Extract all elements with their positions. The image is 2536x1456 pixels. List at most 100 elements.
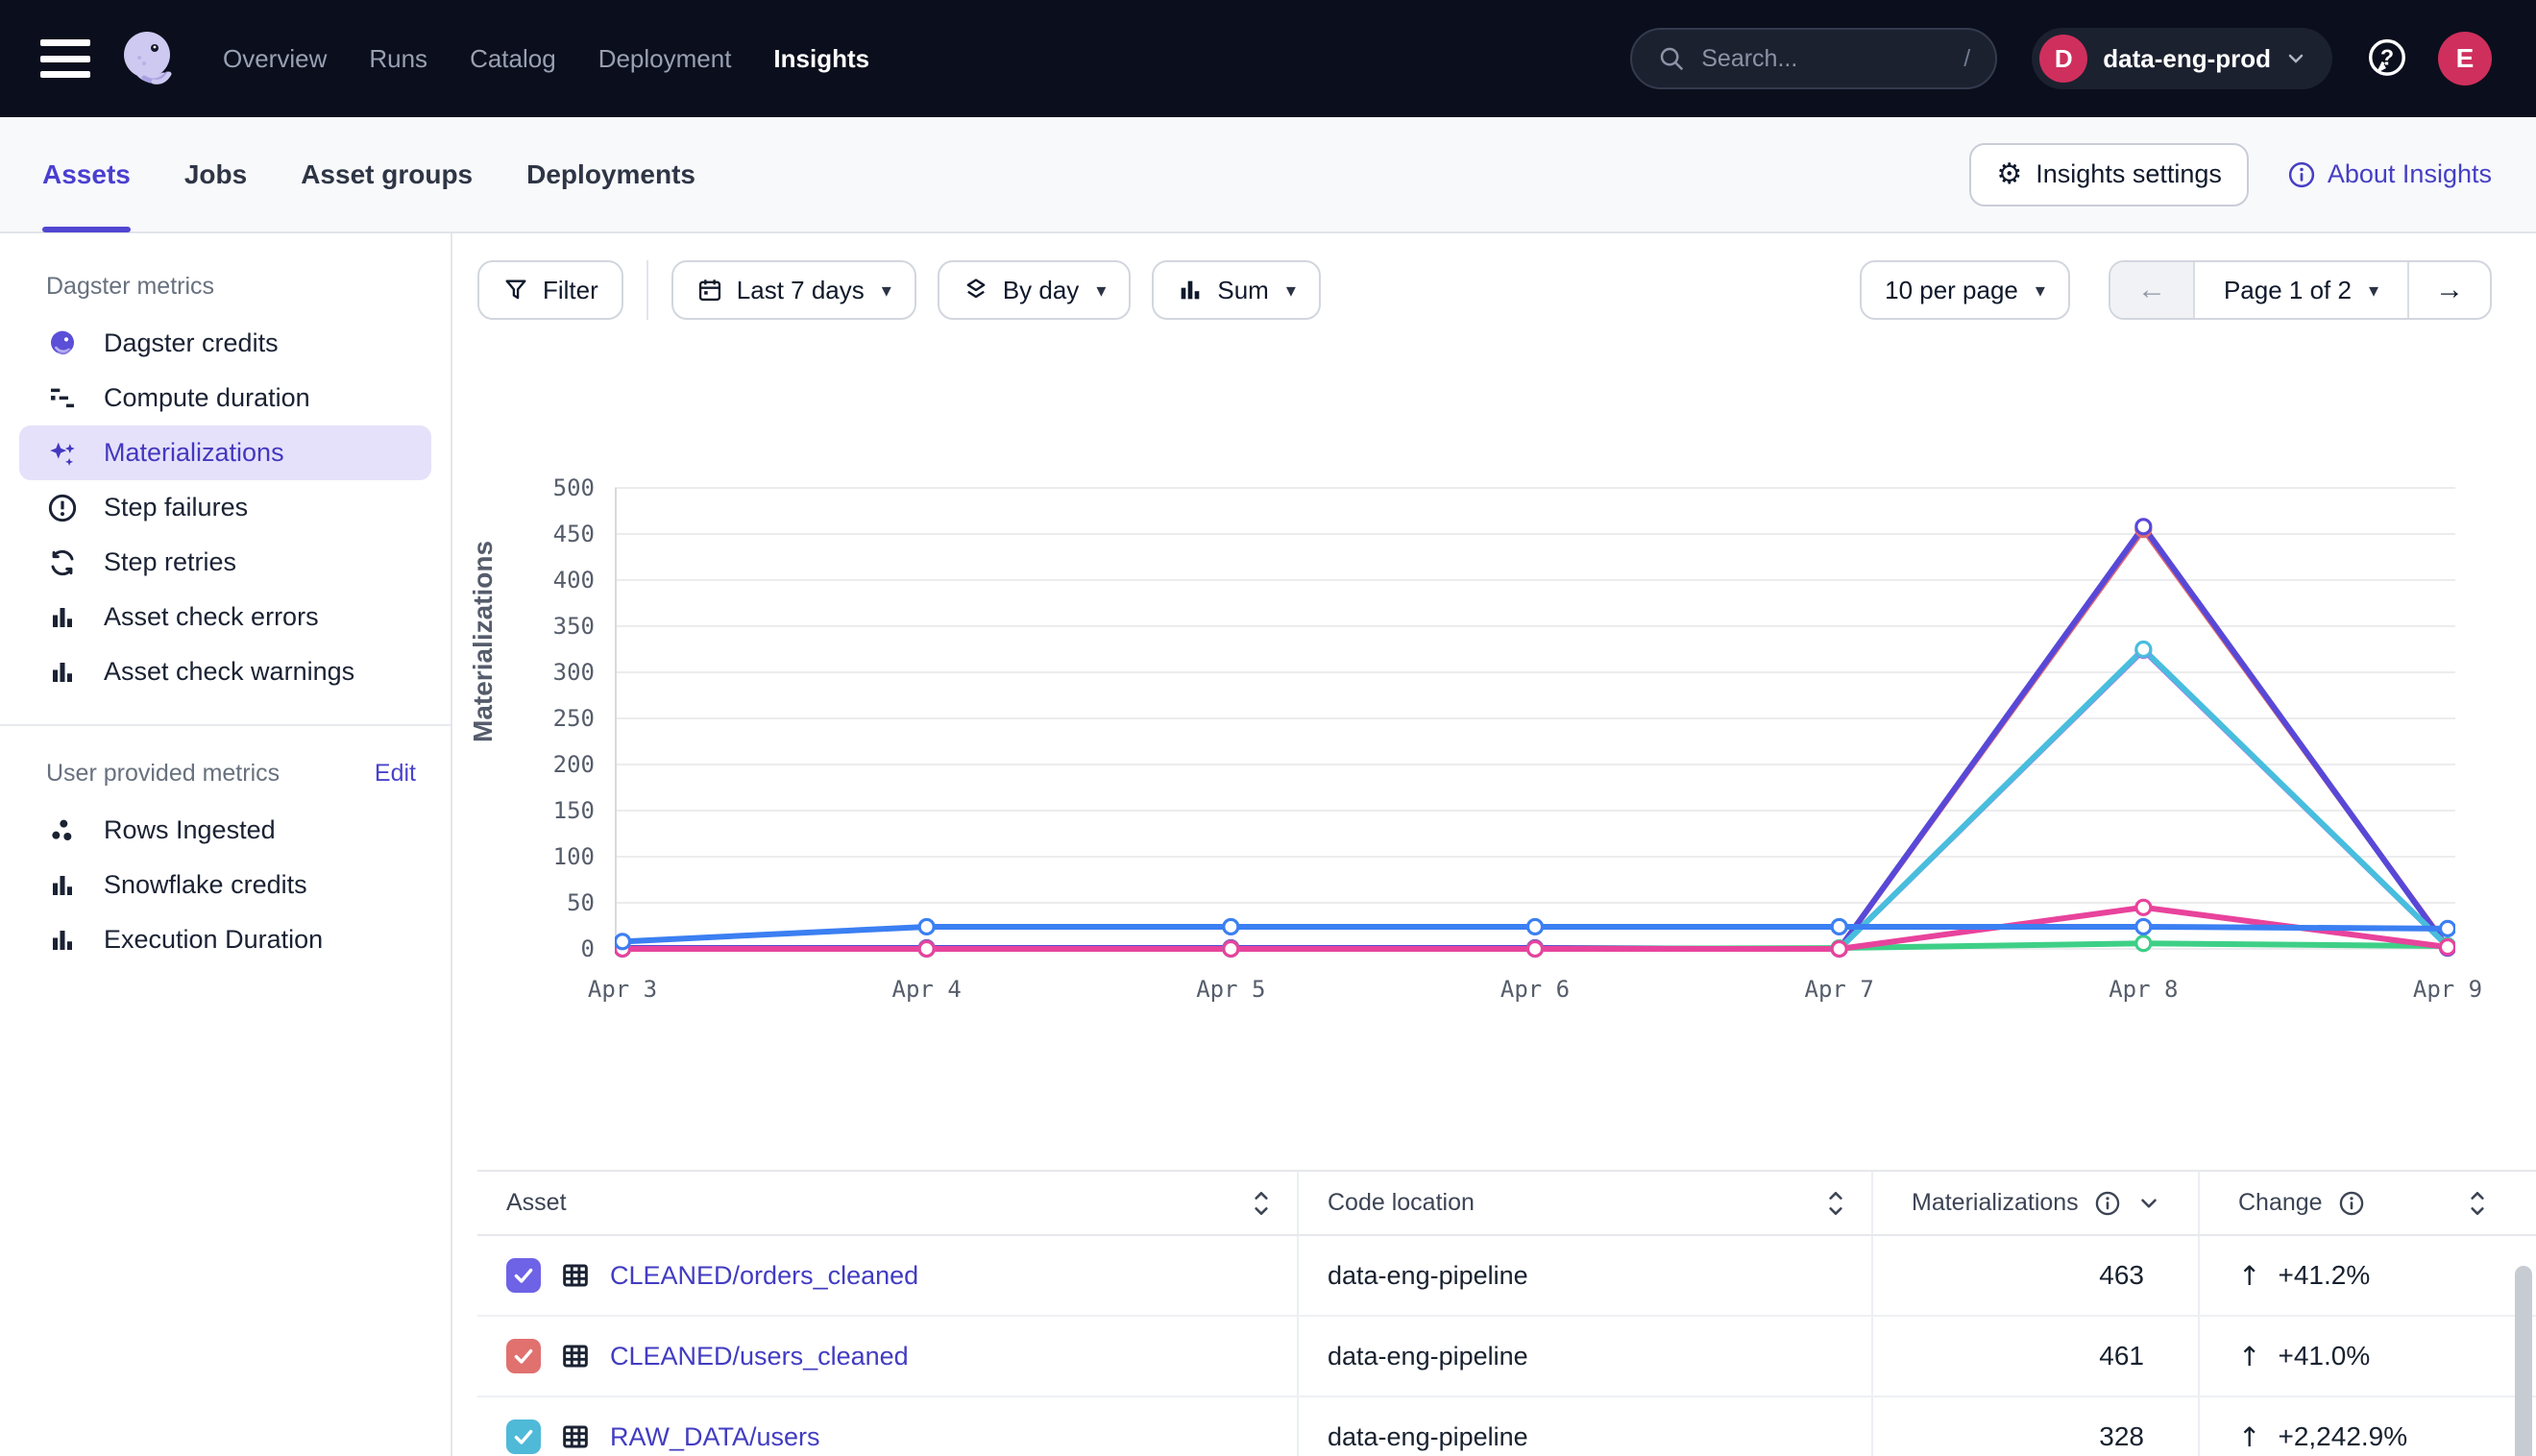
x-tick-label: Apr 3 xyxy=(588,976,657,1003)
nav-link-overview[interactable]: Overview xyxy=(223,44,327,74)
sidebar-item-label: Dagster credits xyxy=(104,328,279,358)
chart-line[interactable] xyxy=(622,650,2448,949)
column-header-asset[interactable]: Asset xyxy=(477,1172,1299,1234)
chart-line[interactable] xyxy=(622,526,2448,949)
user-metrics-heading: User provided metrics xyxy=(46,760,280,788)
page-selector[interactable]: Page 1 of 2 ▾ xyxy=(2193,262,2407,318)
toolbar-divider xyxy=(646,260,648,320)
next-page-button[interactable]: → xyxy=(2407,262,2490,318)
three-dots-icon xyxy=(46,815,79,846)
data-point-marker[interactable] xyxy=(1224,919,1238,934)
insights-main: Filter Last 7 days ▾ By day ▾ Sum xyxy=(452,233,2536,1456)
sidebar-item-execution-duration[interactable]: Execution Duration xyxy=(19,912,431,967)
user-avatar[interactable]: E xyxy=(2438,32,2492,85)
data-point-marker[interactable] xyxy=(1832,919,1846,934)
date-range-dropdown[interactable]: Last 7 days ▾ xyxy=(671,260,916,320)
search-placeholder: Search... xyxy=(1701,45,1797,73)
y-tick-label: 150 xyxy=(489,797,595,824)
aggregation-label: Sum xyxy=(1217,276,1268,305)
asset-table-icon xyxy=(560,1421,591,1452)
data-point-marker[interactable] xyxy=(2136,643,2151,657)
about-insights-link[interactable]: About Insights xyxy=(2287,159,2492,189)
sidebar-item-label: Compute duration xyxy=(104,383,310,413)
asset-link[interactable]: RAW_DATA/users xyxy=(610,1422,820,1452)
nav-link-runs[interactable]: Runs xyxy=(369,44,427,74)
menu-icon[interactable] xyxy=(40,39,90,78)
data-point-marker[interactable] xyxy=(919,942,934,957)
series-checkbox[interactable] xyxy=(506,1339,541,1373)
column-header-materializations[interactable]: Materializations xyxy=(1873,1172,2200,1234)
sidebar-item-compute-duration[interactable]: Compute duration xyxy=(19,371,431,425)
sidebar-item-asset-check-warnings[interactable]: Asset check warnings xyxy=(19,644,431,699)
chart-line[interactable] xyxy=(622,529,2448,949)
sparkles-icon xyxy=(46,437,79,470)
sidebar-item-dagster-credits[interactable]: Dagster credits xyxy=(19,316,431,371)
materializations-cell: 328 xyxy=(1873,1397,2200,1456)
y-tick-label: 250 xyxy=(489,705,595,732)
sidebar-item-snowflake-credits[interactable]: Snowflake credits xyxy=(19,858,431,912)
about-insights-label: About Insights xyxy=(2328,159,2492,189)
group-by-dropdown[interactable]: By day ▾ xyxy=(938,260,1132,320)
sort-updown-icon[interactable] xyxy=(1249,1189,1274,1218)
column-header-code-location[interactable]: Code location xyxy=(1299,1172,1873,1234)
tab-jobs[interactable]: Jobs xyxy=(184,117,247,231)
help-icon[interactable]: ? xyxy=(2365,36,2409,81)
asset-table-icon xyxy=(560,1341,591,1371)
filter-button[interactable]: Filter xyxy=(477,260,623,320)
asset-link[interactable]: CLEANED/users_cleaned xyxy=(610,1342,909,1371)
data-point-marker[interactable] xyxy=(1224,942,1238,957)
caret-down-icon: ▾ xyxy=(1286,279,1296,303)
nav-link-catalog[interactable]: Catalog xyxy=(470,44,556,74)
insights-settings-button[interactable]: ⚙ Insights settings xyxy=(1969,143,2249,206)
sort-updown-icon[interactable] xyxy=(1823,1189,1848,1218)
sort-updown-icon[interactable] xyxy=(2465,1189,2490,1218)
y-tick-label: 0 xyxy=(489,935,595,962)
data-point-marker[interactable] xyxy=(2441,921,2455,935)
data-point-marker[interactable] xyxy=(2136,900,2151,914)
data-point-marker[interactable] xyxy=(2136,936,2151,951)
nav-link-deployment[interactable]: Deployment xyxy=(598,44,732,74)
data-point-marker[interactable] xyxy=(2136,919,2151,934)
nav-link-insights[interactable]: Insights xyxy=(773,44,869,74)
y-tick-label: 450 xyxy=(489,521,595,547)
tab-assets[interactable]: Assets xyxy=(42,117,131,231)
data-point-marker[interactable] xyxy=(2136,520,2151,534)
series-checkbox[interactable] xyxy=(506,1420,541,1454)
table-scrollbar[interactable] xyxy=(2515,1266,2532,1456)
sidebar-item-step-retries[interactable]: Step retries xyxy=(19,535,431,590)
materializations-cell: 463 xyxy=(1873,1236,2200,1315)
line-chart-plot[interactable] xyxy=(615,478,2455,959)
sidebar-item-materializations[interactable]: Materializations xyxy=(19,425,431,480)
tab-asset-groups[interactable]: Asset groups xyxy=(301,117,473,231)
data-point-marker[interactable] xyxy=(2441,940,2455,955)
x-tick-label: Apr 7 xyxy=(1805,976,1874,1003)
data-point-marker[interactable] xyxy=(1528,942,1543,957)
chart-line[interactable] xyxy=(622,649,2448,949)
tab-deployments[interactable]: Deployments xyxy=(526,117,695,231)
asset-link[interactable]: CLEANED/orders_cleaned xyxy=(610,1261,918,1291)
chevron-down-icon[interactable] xyxy=(2136,1191,2161,1216)
arrow-up-icon: ↑ xyxy=(2238,1341,2260,1372)
sidebar-item-label: Step retries xyxy=(104,547,236,577)
gear-icon: ⚙ xyxy=(1996,160,2022,189)
data-point-marker[interactable] xyxy=(1832,942,1846,957)
search-input[interactable]: Search... / xyxy=(1630,28,1997,89)
table-row: RAW_DATA/users data-eng-pipeline 328 ↑+2… xyxy=(477,1397,2536,1456)
aggregation-dropdown[interactable]: Sum ▾ xyxy=(1152,260,1321,320)
filter-label: Filter xyxy=(543,276,598,305)
environment-switcher[interactable]: D data-eng-prod xyxy=(2032,28,2332,89)
data-point-marker[interactable] xyxy=(616,934,630,949)
edit-metrics-link[interactable]: Edit xyxy=(375,760,416,788)
sidebar-item-label: Step failures xyxy=(104,493,248,522)
group-by-label: By day xyxy=(1003,276,1080,305)
per-page-dropdown[interactable]: 10 per page ▾ xyxy=(1860,260,2070,320)
series-checkbox[interactable] xyxy=(506,1258,541,1293)
column-header-change[interactable]: Change xyxy=(2200,1172,2536,1234)
data-point-marker[interactable] xyxy=(1528,919,1543,934)
sidebar-item-step-failures[interactable]: Step failures xyxy=(19,480,431,535)
sidebar-item-asset-check-errors[interactable]: Asset check errors xyxy=(19,590,431,644)
sidebar-item-rows-ingested[interactable]: Rows Ingested xyxy=(19,803,431,858)
prev-page-button[interactable]: ← xyxy=(2110,262,2193,318)
svg-text:?: ? xyxy=(2380,45,2394,70)
data-point-marker[interactable] xyxy=(919,919,934,934)
